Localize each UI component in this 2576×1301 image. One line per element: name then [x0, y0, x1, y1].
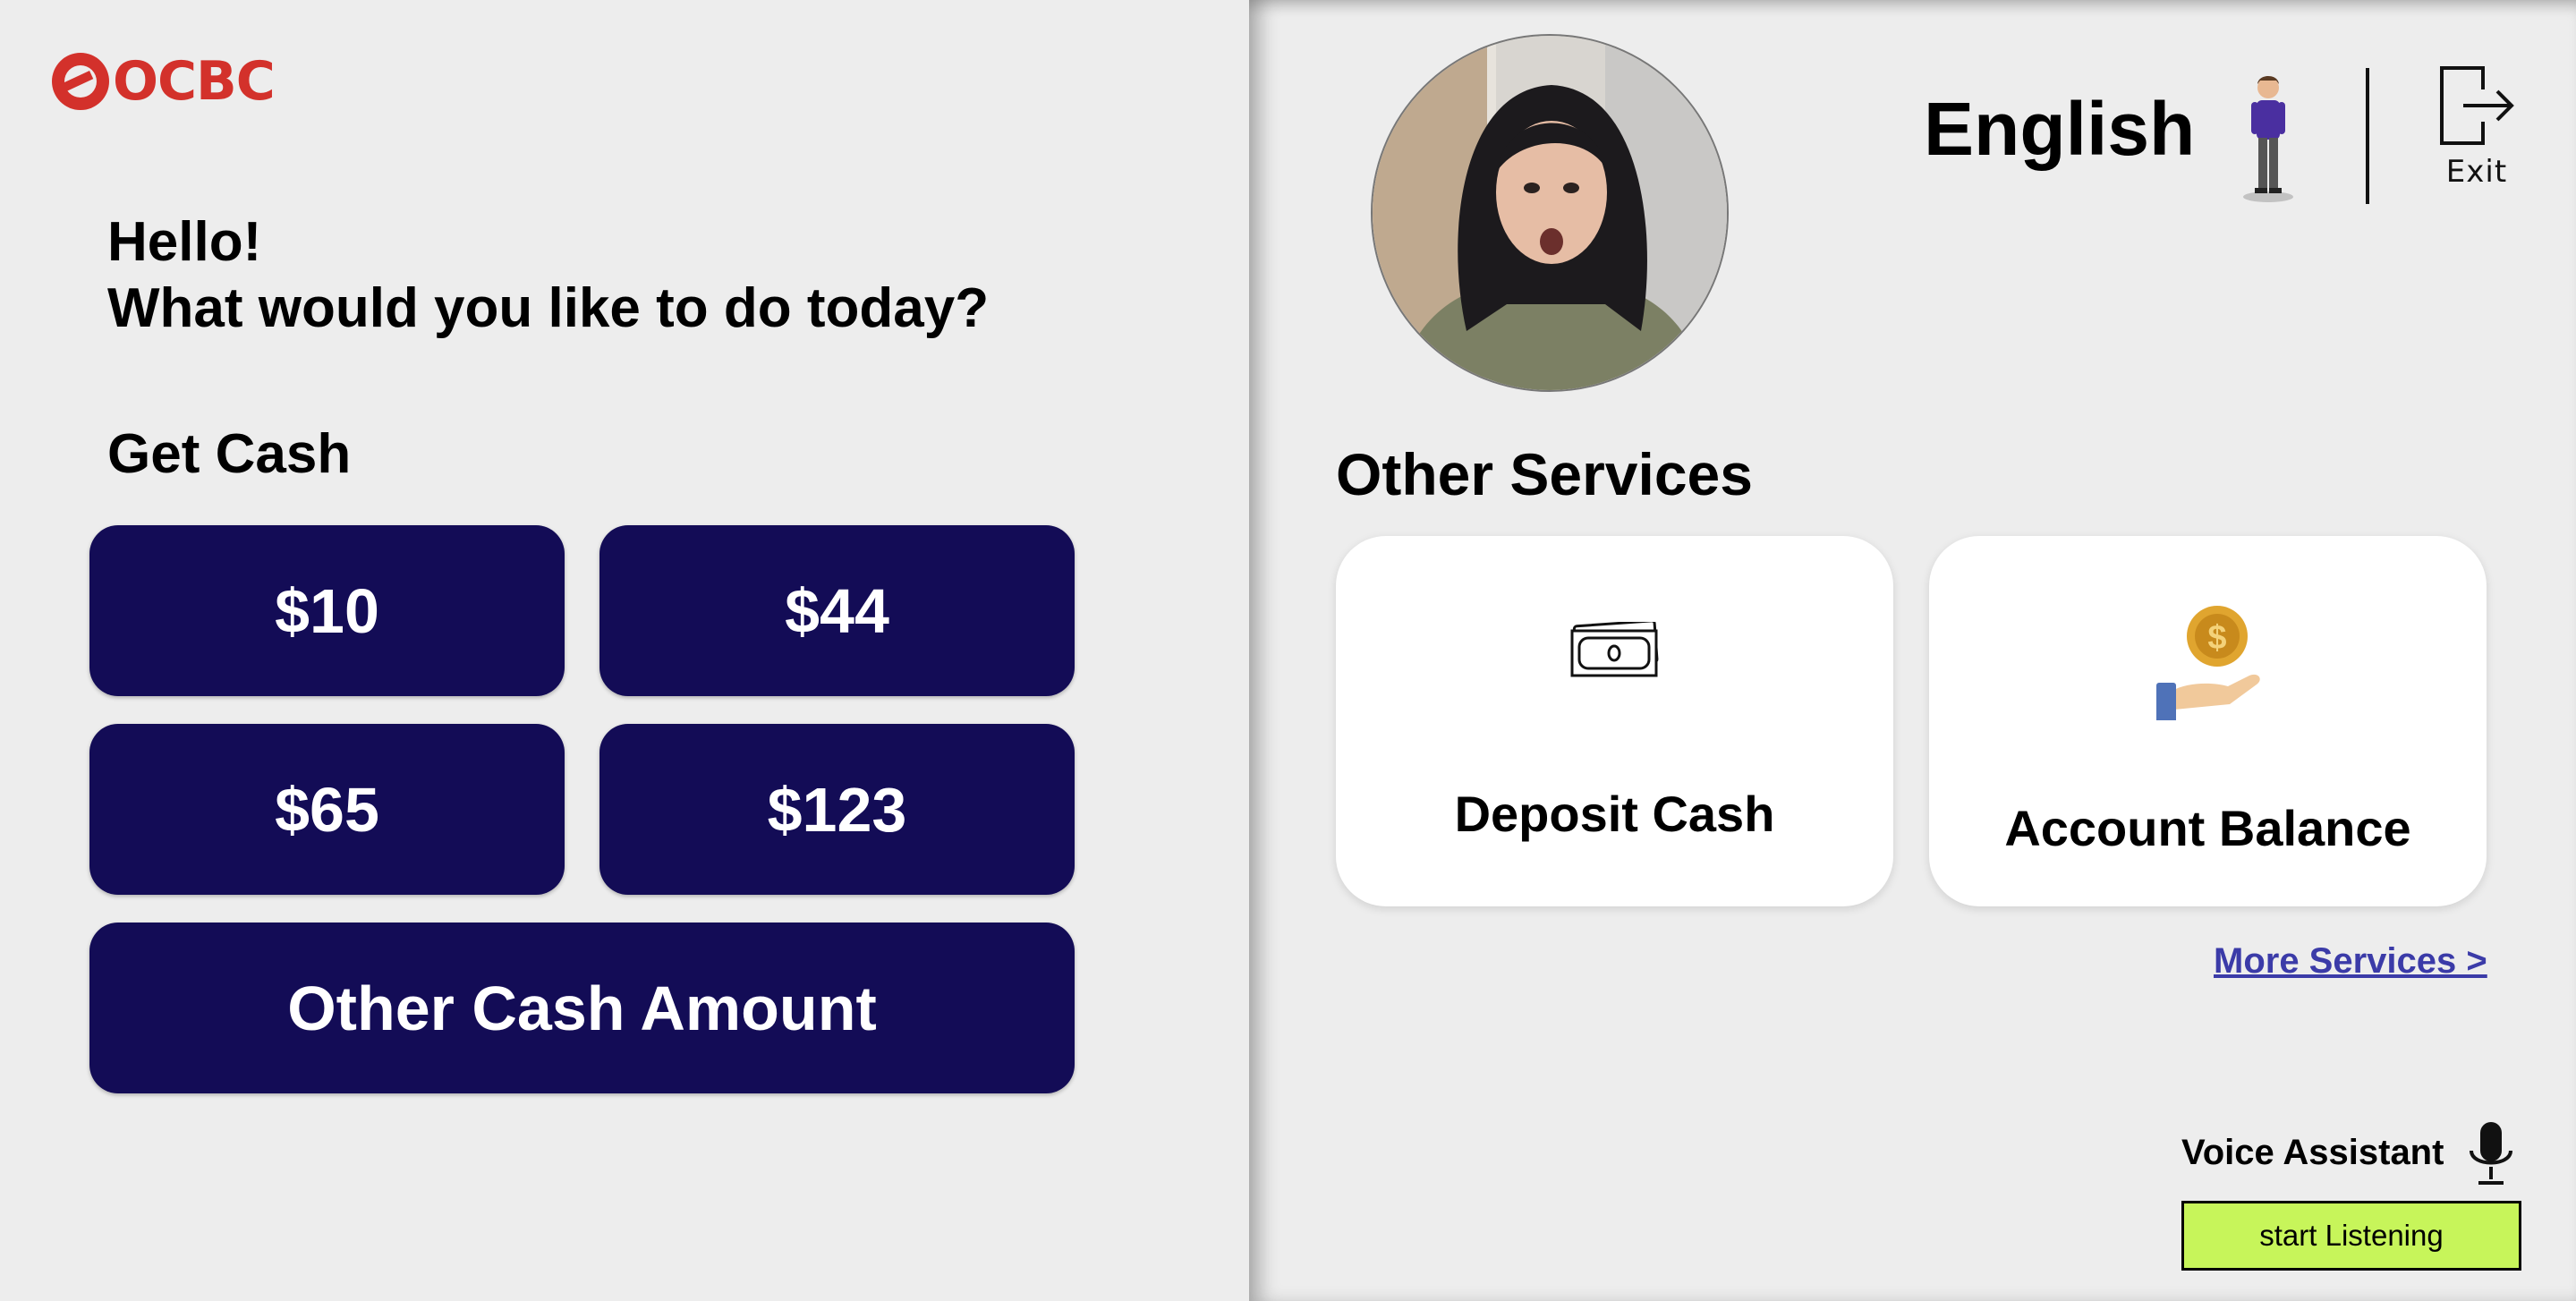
- get-cash-title: Get Cash: [107, 423, 352, 485]
- microphone-icon[interactable]: [2466, 1120, 2516, 1188]
- ocbc-logo-icon: [52, 53, 109, 110]
- language-label[interactable]: English: [1924, 86, 2195, 173]
- exit-door-icon: [2440, 66, 2514, 145]
- avatar-image: [1373, 36, 1727, 390]
- deposit-cash-card[interactable]: Deposit Cash: [1336, 536, 1893, 906]
- deposit-cash-label: Deposit Cash: [1454, 786, 1775, 842]
- user-camera-avatar: [1371, 34, 1729, 392]
- coin-hand-icon: $: [2156, 606, 2260, 720]
- ocbc-logo: OCBC: [52, 50, 276, 113]
- other-services-title: Other Services: [1336, 441, 1753, 507]
- header-divider: [2366, 68, 2369, 204]
- account-balance-label: Account Balance: [2004, 800, 2411, 856]
- more-services-link[interactable]: More Services >: [2214, 941, 2487, 982]
- exit-button[interactable]: Exit: [2434, 63, 2520, 197]
- left-panel: OCBC Hello! What would you like to do to…: [0, 0, 1249, 1301]
- exit-label: Exit: [2445, 154, 2508, 190]
- brand-name: OCBC: [113, 50, 276, 113]
- standing-person-icon[interactable]: [2237, 72, 2300, 206]
- account-balance-card[interactable]: $ Account Balance: [1929, 536, 2487, 906]
- cash-amount-button-65[interactable]: $65: [89, 724, 565, 895]
- greeting-line-2: What would you like to do today?: [107, 277, 990, 339]
- voice-assistant-label: Voice Assistant: [2181, 1133, 2444, 1172]
- cash-amount-button-10[interactable]: $10: [89, 525, 565, 696]
- start-listening-button[interactable]: start Listening: [2181, 1201, 2521, 1271]
- banknote-icon: [1570, 622, 1659, 677]
- cash-amount-button-44[interactable]: $44: [599, 525, 1075, 696]
- svg-text:$: $: [2207, 619, 2226, 657]
- other-cash-amount-button[interactable]: Other Cash Amount: [89, 923, 1075, 1093]
- cash-amount-button-123[interactable]: $123: [599, 724, 1075, 895]
- greeting: Hello! What would you like to do today?: [107, 209, 989, 342]
- greeting-line-1: Hello!: [107, 211, 262, 273]
